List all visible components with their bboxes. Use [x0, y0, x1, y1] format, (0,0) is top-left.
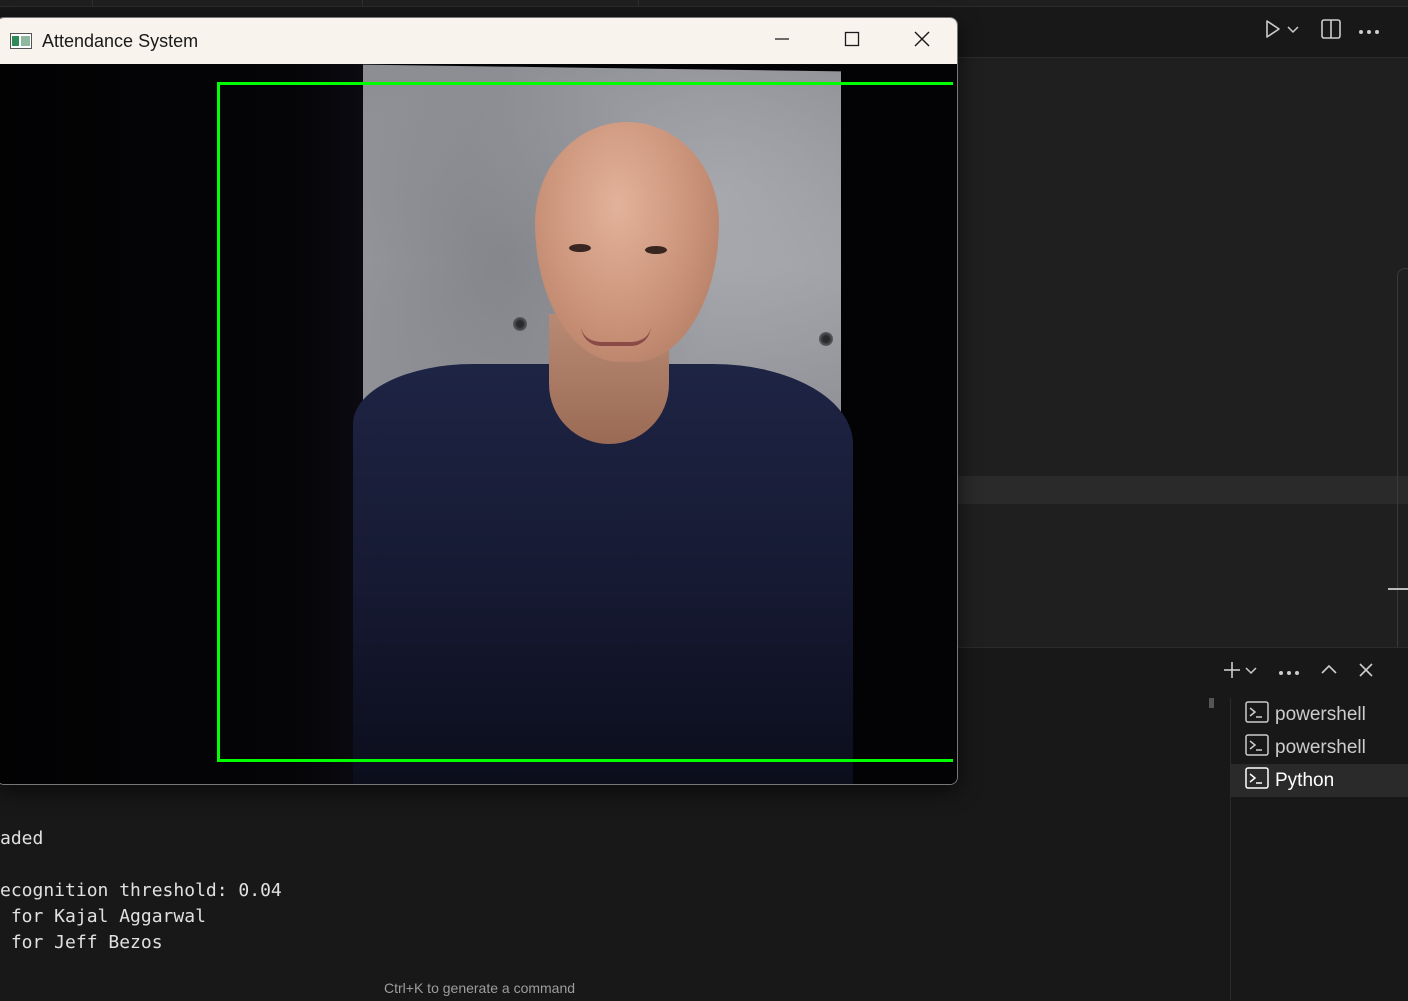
- split-editor-button[interactable]: [1320, 17, 1342, 45]
- maximize-button[interactable]: [817, 18, 887, 64]
- app-icon: [10, 33, 32, 49]
- terminal-line: ecognition threshold: 0.04: [0, 880, 282, 901]
- panel-sash[interactable]: [1388, 588, 1408, 590]
- terminal-tab-label: powershell: [1275, 703, 1366, 725]
- terminal-icon: [1245, 733, 1269, 762]
- more-icon: [1278, 663, 1300, 681]
- terminal-line: for Kajal Aggarwal: [0, 906, 206, 927]
- tab-separator: [362, 0, 363, 6]
- terminal-tabs-list: powershell powershell Python: [1230, 698, 1408, 1000]
- editor-actions: [1262, 16, 1380, 46]
- terminal-icon: [1245, 700, 1269, 729]
- window-titlebar[interactable]: Attendance System: [0, 18, 957, 64]
- face-detection-box: [217, 82, 953, 762]
- terminal-tab-powershell-2[interactable]: powershell: [1231, 731, 1408, 764]
- more-actions-button[interactable]: [1358, 17, 1380, 45]
- terminal-tab-powershell-1[interactable]: powershell: [1231, 698, 1408, 731]
- panel-actions: [1222, 659, 1374, 685]
- run-dropdown-button[interactable]: [1286, 17, 1300, 45]
- close-icon: [1358, 662, 1374, 683]
- terminal-hint: Ctrl+K to generate a command: [384, 980, 576, 996]
- window-controls: [747, 18, 957, 64]
- maximize-panel-button[interactable]: [1320, 658, 1338, 686]
- terminal-tab-label: Python: [1275, 769, 1335, 791]
- close-panel-button[interactable]: [1358, 658, 1374, 686]
- editor-tab-bar: [0, 0, 1408, 7]
- more-icon: [1358, 22, 1380, 40]
- terminal-line: for Jeff Bezos: [0, 932, 163, 953]
- panel-more-button[interactable]: [1278, 658, 1300, 686]
- run-icon: [1262, 19, 1282, 44]
- maximize-icon: [844, 31, 860, 52]
- terminal-line: aded: [0, 828, 44, 849]
- chevron-down-icon: [1244, 663, 1258, 682]
- chevron-up-icon: [1320, 661, 1338, 684]
- terminal-tab-label: powershell: [1275, 736, 1366, 758]
- terminal-tab-python[interactable]: Python: [1231, 764, 1408, 797]
- tab-separator: [638, 0, 639, 6]
- terminal-icon: [1245, 766, 1269, 795]
- new-terminal-button[interactable]: [1222, 658, 1242, 686]
- plus-icon: [1222, 660, 1242, 685]
- current-line-highlight: [958, 476, 1408, 504]
- minimize-icon: [774, 31, 790, 52]
- camera-frame: [0, 64, 957, 784]
- attendance-system-window[interactable]: Attendance System: [0, 17, 958, 785]
- window-title: Attendance System: [42, 30, 199, 51]
- terminal-output[interactable]: aded ecognition threshold: 0.04 for Kajal…: [0, 800, 282, 982]
- close-button[interactable]: [887, 18, 957, 64]
- close-icon: [913, 30, 931, 53]
- chevron-down-icon: [1286, 22, 1300, 41]
- split-editor-icon: [1320, 18, 1342, 45]
- minimize-button[interactable]: [747, 18, 817, 64]
- tab-separator: [92, 0, 93, 6]
- terminal-profiles-button[interactable]: [1244, 658, 1258, 686]
- run-button[interactable]: [1262, 17, 1282, 45]
- terminal-scroll-indicator: [1209, 698, 1214, 708]
